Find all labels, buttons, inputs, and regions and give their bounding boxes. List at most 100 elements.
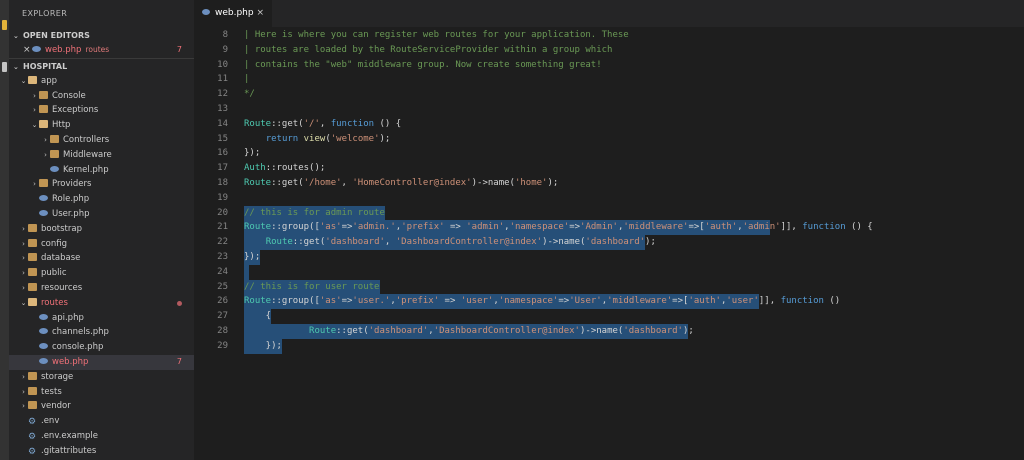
code-token: 'welcome' [330,133,380,144]
code-token: 'admin' [742,222,781,233]
php-file-icon [39,195,48,202]
search-icon[interactable] [2,62,7,72]
code-line[interactable]: 17 Auth::routes(); [194,161,1024,176]
folder-icon [28,223,37,232]
tree-item-api-php[interactable]: api.php [9,311,194,326]
code-token: 'dashboard' [368,326,429,336]
folder-icon [28,401,37,410]
tree-item-bootstrap[interactable]: › bootstrap [9,222,194,237]
tree-item-config[interactable]: › config [9,237,194,252]
tree-item-tests[interactable]: › tests [9,385,194,400]
tree-item-kernel-php[interactable]: Kernel.php [9,163,194,178]
php-file-icon [202,9,210,15]
code-token: 'dashboard' [623,326,683,336]
code-text: }); [244,146,260,161]
chevron-down-icon: ⌄ [31,121,38,130]
tree-item-public[interactable]: › public [9,266,194,281]
code-line[interactable]: 29 }); [194,338,1024,354]
code-token: ::routes(); [265,163,326,174]
code-text: // this is for user route [244,280,379,295]
code-token: 'prefix' [395,296,440,307]
config-file-icon: ⚙ [28,417,37,428]
code-editor[interactable]: 8 | Here is where you can register web ro… [194,27,1024,460]
code-line[interactable]: 16}); [194,146,1024,161]
php-file-icon [39,357,48,364]
tree-item-console-php[interactable]: console.php [9,340,194,355]
code-text: { [244,309,271,324]
code-token: 'auth' [704,222,738,233]
tree-item-app[interactable]: ⌄ app [9,74,194,89]
tree-item-providers[interactable]: › Providers [9,177,194,192]
tab-web-php[interactable]: web.php × [194,0,272,27]
code-line[interactable]: 28 Route::get('dashboard','DashboardCont… [194,324,1024,339]
code-line[interactable]: 11 | [194,72,1024,87]
code-line[interactable]: 19 [194,191,1024,206]
code-text: | contains the "web" middleware group. N… [244,58,602,73]
tree-item--env-example[interactable]: ⚙ .env.example [9,429,194,444]
code-line[interactable]: 24 [194,264,1024,280]
code-line[interactable]: 23}); [194,250,1024,265]
code-token: , [493,296,499,307]
tree-item-user-php[interactable]: User.php [9,207,194,222]
tree-item--env[interactable]: ⚙ .env [9,414,194,429]
tree-item-label: vendor [41,401,71,412]
code-line[interactable]: 25 // this is for user route [194,279,1024,295]
php-file-icon [39,343,48,350]
code-line[interactable]: 8 | Here is where you can register web ro… [194,28,1024,43]
tree-item-storage[interactable]: › storage [9,370,194,385]
line-number: 20 [217,207,228,218]
tree-item-resources[interactable]: › resources [9,281,194,296]
tree-item-database[interactable]: › database [9,251,194,266]
code-line[interactable]: 27 { [194,309,1024,324]
tree-item-label: console.php [52,342,104,353]
code-line[interactable]: 14 Route::get('/', function () { [194,117,1024,132]
line-number: 13 [217,104,228,114]
code-line[interactable]: 12 */ [194,87,1024,102]
code-line[interactable]: 26 Route::group(['as'=>'user.','prefix' =… [194,294,1024,310]
close-tab-icon[interactable]: × [256,0,264,27]
tree-item-role-php[interactable]: Role.php [9,192,194,207]
tree-item-channels-php[interactable]: channels.php [9,325,194,340]
code-line[interactable]: 9 | routes are loaded by the RouteService… [194,43,1024,58]
code-text: Route::get('dashboard','DashboardControl… [244,324,694,339]
line-number: 16 [217,148,228,159]
code-line[interactable]: 15 return view('welcome'); [194,132,1024,147]
tree-item-label: Console [52,90,86,101]
close-icon[interactable]: × [23,43,32,58]
tree-item-label: public [41,268,67,279]
code-token: ); [645,237,656,248]
tab-bar: web.php × [194,0,1024,27]
code-token: return [265,133,299,144]
code-token: 'dashboard' [585,237,646,248]
project-header[interactable]: ⌄ HOSPITAL [9,57,194,74]
tree-item-routes[interactable]: ⌄ routes [9,296,194,311]
line-number: 23 [217,252,228,262]
code-line[interactable]: 20 // this is for admin route [194,205,1024,221]
tree-item-http[interactable]: ⌄ Http [9,118,194,133]
code-line[interactable]: 13 [194,102,1024,117]
open-editors-header[interactable]: ⌄ OPEN EDITORS [9,28,194,43]
tree-item--gitattributes[interactable]: ⚙ .gitattributes [9,444,194,459]
tree-item-label: Middleware [63,149,112,160]
tree-item-vendor[interactable]: › vendor [9,399,194,414]
tree-item-label: channels.php [52,327,109,338]
code-token: Route [265,237,293,248]
code-text: // this is for admin route [244,206,385,221]
tree-item-exceptions[interactable]: › Exceptions [9,103,194,118]
tree-item-middleware[interactable]: › Middleware [9,148,194,163]
tree-item-controllers[interactable]: › Controllers [9,133,194,148]
code-line[interactable]: 22 Route::get('dashboard', 'DashboardCon… [194,235,1024,250]
code-token: Route [244,296,272,307]
tree-item-console[interactable]: › Console [9,89,194,104]
code-token: 'middleware' [607,296,673,307]
explorer-icon[interactable] [2,20,7,30]
code-text: Route::get('dashboard', 'DashboardContro… [244,235,656,250]
tree-item-label: Providers [52,179,92,190]
code-line[interactable]: 10 | contains the "web" middleware group.… [194,58,1024,73]
open-editor-item[interactable]: × web.php routes 7 [9,43,194,58]
php-file-icon [50,165,59,172]
code-line[interactable]: 21 Route::group(['as'=>'admin.','prefix' … [194,220,1024,236]
tree-item-web-php[interactable]: web.php 7 [9,354,194,370]
code-line[interactable]: 18 Route::get('/home', 'HomeController@in… [194,176,1024,191]
